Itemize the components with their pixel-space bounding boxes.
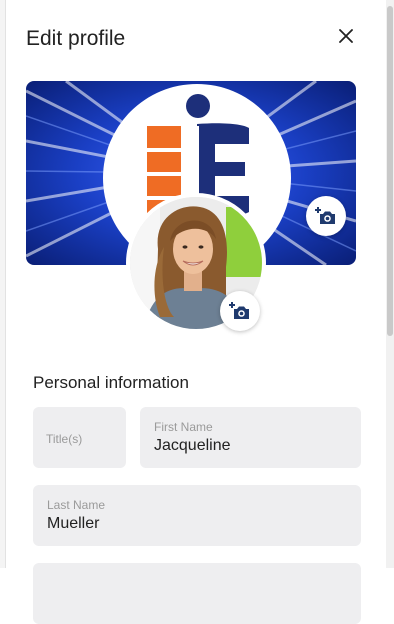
first-name-label: First Name bbox=[154, 420, 213, 434]
last-name-field[interactable]: Last Name Mueller bbox=[33, 485, 361, 546]
close-button[interactable] bbox=[334, 24, 358, 48]
personal-information-heading: Personal information bbox=[33, 373, 189, 392]
last-name-label: Last Name bbox=[47, 498, 106, 512]
panel-title: Edit profile bbox=[26, 27, 126, 50]
close-icon bbox=[339, 29, 353, 43]
change-cover-photo-button[interactable] bbox=[306, 196, 346, 236]
add-photo-icon bbox=[229, 302, 249, 319]
scrollbar[interactable] bbox=[386, 0, 394, 568]
first-name-value: Jacqueline bbox=[154, 437, 231, 454]
change-avatar-photo-button[interactable] bbox=[220, 291, 260, 331]
scrollbar-thumb[interactable] bbox=[387, 6, 393, 336]
next-field[interactable] bbox=[33, 563, 361, 624]
last-name-value: Mueller bbox=[47, 515, 100, 532]
title-field[interactable]: Title(s) bbox=[33, 407, 126, 468]
title-placeholder: Title(s) bbox=[46, 432, 83, 446]
first-name-field[interactable]: First Name Jacqueline bbox=[140, 407, 361, 468]
add-photo-icon bbox=[315, 207, 335, 224]
